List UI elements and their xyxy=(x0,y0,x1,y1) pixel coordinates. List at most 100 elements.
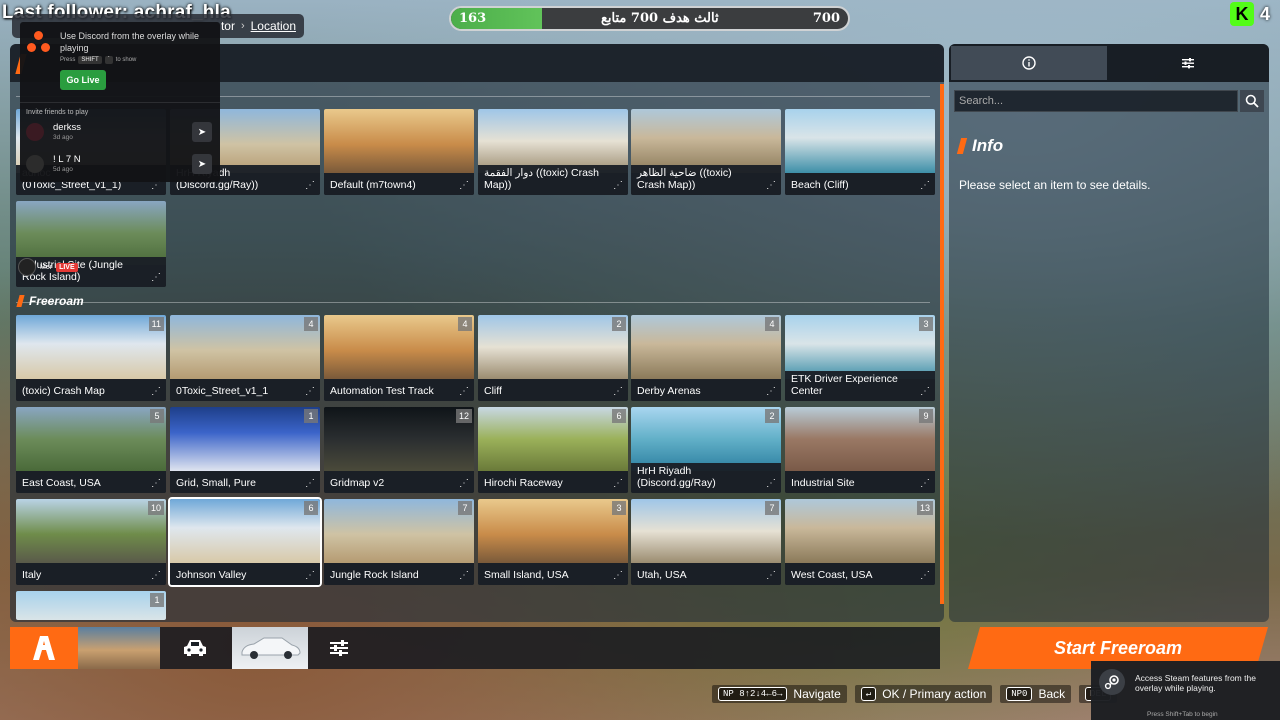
share-icon[interactable]: ⋰ xyxy=(613,570,623,581)
level-tile[interactable]: 11 (toxic) Crash Map ⋰ xyxy=(16,315,166,401)
level-tile[interactable]: 10 Italy ⋰ xyxy=(16,499,166,585)
level-tile[interactable]: 12 Gridmap v2 ⋰ xyxy=(324,407,474,493)
level-tile[interactable]: 5 East Coast, USA ⋰ xyxy=(16,407,166,493)
share-icon[interactable]: ⋰ xyxy=(459,478,469,489)
level-thumbnail xyxy=(16,315,166,379)
search-field[interactable] xyxy=(954,90,1238,112)
goal-target: 700 xyxy=(812,11,840,26)
level-tile[interactable]: 7 Jungle Rock Island ⋰ xyxy=(324,499,474,585)
share-icon[interactable]: ⋰ xyxy=(766,570,776,581)
breadcrumb-prev[interactable]: tor xyxy=(221,19,235,33)
breadcrumb-separator: › xyxy=(240,20,245,32)
share-icon[interactable]: ⋰ xyxy=(305,386,315,397)
level-name: Utah, USA xyxy=(637,569,687,581)
level-spawn-count: 2 xyxy=(612,317,626,331)
level-thumbnail xyxy=(631,109,781,173)
level-tile[interactable]: Beach (Cliff) ⋰ xyxy=(785,109,935,195)
level-thumbnail xyxy=(324,499,474,563)
friend-row[interactable]: derkss 3d ago ➤ xyxy=(26,120,214,146)
level-name: Italy xyxy=(22,569,42,581)
vehicle-thumbnail[interactable] xyxy=(232,627,308,669)
share-icon[interactable]: ⋰ xyxy=(459,386,469,397)
level-thumbnail xyxy=(324,109,474,173)
share-icon[interactable]: ⋰ xyxy=(459,570,469,581)
share-icon[interactable]: ⋰ xyxy=(920,180,930,191)
level-thumbnail xyxy=(170,407,320,471)
level-caption: Gridmap v2 ⋰ xyxy=(324,471,474,493)
level-spawn-count: 7 xyxy=(458,501,472,515)
share-icon[interactable]: ⋰ xyxy=(920,386,930,397)
level-caption: Johnson Valley ⋰ xyxy=(170,563,320,585)
share-icon[interactable]: ⋰ xyxy=(766,180,776,191)
level-name: Beach (Cliff) xyxy=(791,179,849,191)
go-live-button[interactable]: Go Live xyxy=(60,70,106,90)
level-caption: Default (m7town4) ⋰ xyxy=(324,173,474,195)
level-tile[interactable]: دوار الفقمة ((toxic) Crash Map)) ⋰ xyxy=(478,109,628,195)
level-tile[interactable]: 3 ETK Driver Experience Center ⋰ xyxy=(785,315,935,401)
scrollbar[interactable] xyxy=(940,84,944,604)
settings-button[interactable] xyxy=(310,627,368,669)
share-icon[interactable]: ⋰ xyxy=(766,386,776,397)
share-icon[interactable]: ⋰ xyxy=(613,478,623,489)
level-tile[interactable]: 4 Automation Test Track ⋰ xyxy=(324,315,474,401)
share-icon[interactable]: ⋰ xyxy=(151,570,161,581)
level-thumbnail xyxy=(785,315,935,379)
share-icon[interactable]: ⋰ xyxy=(151,272,161,283)
beamng-logo-icon[interactable] xyxy=(10,627,78,669)
share-icon[interactable]: ⋰ xyxy=(305,180,315,191)
invite-friend-button[interactable]: ➤ xyxy=(192,154,212,174)
share-icon[interactable]: ⋰ xyxy=(151,386,161,397)
level-caption: Small Island, USA ⋰ xyxy=(478,563,628,585)
share-icon[interactable]: ⋰ xyxy=(151,478,161,489)
level-caption: Industrial Site ⋰ xyxy=(785,471,935,493)
level-tile[interactable]: 3 Small Island, USA ⋰ xyxy=(478,499,628,585)
level-tile[interactable]: 4 Derby Arenas ⋰ xyxy=(631,315,781,401)
level-name: 0Toxic_Street_v1_1 xyxy=(176,385,269,397)
level-tile[interactable]: 13 West Coast, USA ⋰ xyxy=(785,499,935,585)
hint-ok: ↵ OK / Primary action xyxy=(854,685,993,703)
share-icon[interactable]: ⋰ xyxy=(920,570,930,581)
share-icon[interactable]: ⋰ xyxy=(459,180,469,191)
level-thumbnail xyxy=(478,315,628,379)
level-tile[interactable]: 1 xyxy=(16,591,166,620)
enter-key-icon: ↵ xyxy=(860,687,877,701)
search-button[interactable] xyxy=(1240,90,1264,112)
level-thumbnail[interactable] xyxy=(78,627,160,669)
breadcrumb-current[interactable]: Location xyxy=(251,19,296,33)
level-thumbnail xyxy=(478,407,628,471)
level-thumbnail xyxy=(16,407,166,471)
friend-row[interactable]: ! L 7 N 5d ago ➤ xyxy=(26,152,214,178)
share-icon[interactable]: ⋰ xyxy=(920,478,930,489)
level-tile[interactable]: ضاحية الظاهر ((toxic) Crash Map)) ⋰ xyxy=(631,109,781,195)
share-icon[interactable]: ⋰ xyxy=(613,386,623,397)
level-spawn-count: 1 xyxy=(150,593,164,607)
invite-friend-button[interactable]: ➤ xyxy=(192,122,212,142)
level-tile[interactable]: 6 Johnson Valley ⋰ xyxy=(168,497,322,587)
level-tile[interactable]: Default (m7town4) ⋰ xyxy=(324,109,474,195)
live-badge: LIVE xyxy=(56,262,78,272)
steam-overlay-notification[interactable]: Access Steam features from the overlay w… xyxy=(1091,661,1280,720)
share-icon[interactable]: ⋰ xyxy=(305,570,315,581)
sliders-icon xyxy=(1182,58,1194,69)
share-icon[interactable]: ⋰ xyxy=(305,478,315,489)
vehicle-select-button[interactable] xyxy=(160,627,230,669)
level-tile[interactable]: 7 Utah, USA ⋰ xyxy=(631,499,781,585)
tab-info[interactable] xyxy=(951,46,1107,80)
level-tile[interactable]: 1 Grid, Small, Pure ⋰ xyxy=(170,407,320,493)
back-key: NP0 xyxy=(1006,687,1033,701)
level-tile[interactable]: 4 0Toxic_Street_v1_1 ⋰ xyxy=(170,315,320,401)
level-tile[interactable]: 9 Industrial Site ⋰ xyxy=(785,407,935,493)
level-tile[interactable]: 2 Cliff ⋰ xyxy=(478,315,628,401)
level-tile[interactable]: 6 Hirochi Raceway ⋰ xyxy=(478,407,628,493)
navigate-keys: NP 8↑2↓4←6→ xyxy=(718,687,788,701)
tab-filters[interactable] xyxy=(1109,46,1267,80)
discord-overlay-logo-icon xyxy=(26,30,52,56)
search-input[interactable] xyxy=(955,91,1237,111)
discord-overlay: Use Discord from the overlay while playi… xyxy=(20,22,220,182)
level-spawn-count: 6 xyxy=(612,409,626,423)
invite-friends-label: Invite friends to play xyxy=(26,109,89,116)
share-icon[interactable]: ⋰ xyxy=(613,180,623,191)
level-tile[interactable]: 2 HrH Riyadh (Discord.gg/Ray) ⋰ xyxy=(631,407,781,493)
share-icon[interactable]: ⋰ xyxy=(766,478,776,489)
info-title: Info xyxy=(956,136,1003,156)
